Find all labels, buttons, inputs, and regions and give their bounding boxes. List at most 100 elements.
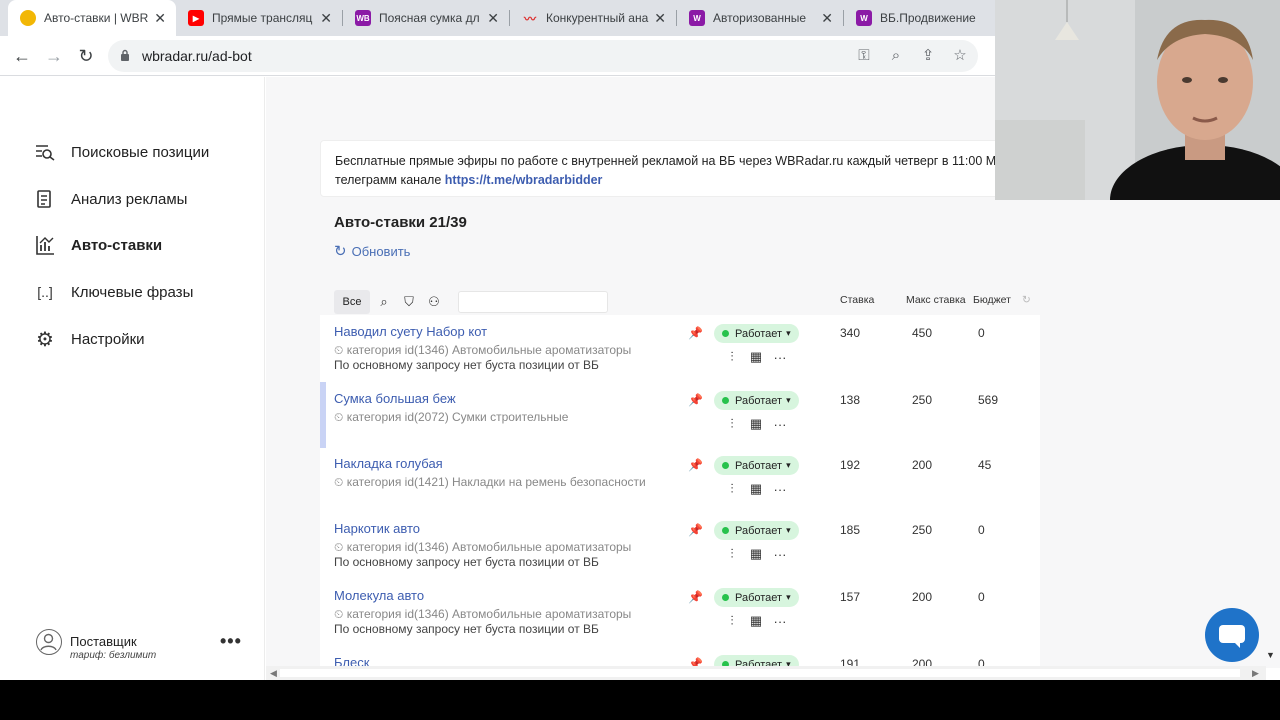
row-note: По основному запросу нет буста позиции о… (334, 358, 599, 372)
banner-text: Бесплатные прямые эфиры по работе с внут… (335, 154, 1013, 168)
search-icon[interactable]: ⌕ (373, 291, 395, 313)
max-bid-value: 250 (912, 523, 933, 537)
status-badge[interactable]: Работает ▾ (714, 391, 799, 410)
product-name-link[interactable]: Наводил суету Набор кот (334, 324, 487, 339)
pin-icon[interactable]: 📌 (688, 393, 703, 407)
search-input[interactable] (458, 291, 608, 313)
info-banner: Бесплатные прямые эфиры по работе с внут… (320, 140, 1020, 197)
budget-value: 569 (978, 393, 999, 407)
more-icon[interactable]: ··· (768, 614, 792, 629)
product-name-link[interactable]: Накладка голубая (334, 456, 443, 471)
more-icon[interactable]: ··· (768, 417, 792, 432)
user-tariff: тариф: безлимит (70, 650, 157, 661)
tab-youtube[interactable]: ▶ Прямые трансляц ✕ (176, 0, 342, 36)
table-icon[interactable]: ▦ (744, 481, 768, 497)
sliders-icon[interactable]: ⫶ (720, 416, 744, 432)
bid-value: 157 (840, 590, 861, 604)
table-row[interactable]: Наркотик авто ⏲ категория id(1346) Автом… (320, 512, 1040, 578)
forward-icon[interactable]: → (42, 44, 66, 68)
horizontal-scrollbar[interactable]: ◀ ▶ (266, 666, 1266, 680)
table-icon[interactable]: ▦ (744, 546, 768, 562)
close-icon[interactable]: ✕ (821, 10, 833, 27)
more-icon[interactable]: ··· (768, 350, 792, 365)
table-row[interactable]: Накладка голубая ⏲ категория id(1421) На… (320, 447, 1040, 513)
scroll-left-icon[interactable]: ◀ (270, 666, 277, 680)
share-icon[interactable]: ⇪ (918, 46, 938, 66)
chevron-down-icon: ▾ (786, 328, 791, 338)
back-icon[interactable]: ← (10, 44, 34, 68)
budget-value: 45 (978, 458, 992, 472)
pin-icon[interactable]: 📌 (688, 458, 703, 472)
more-icon[interactable]: ··· (768, 482, 792, 497)
report-icon (34, 188, 56, 210)
sidebar-item-search-positions[interactable]: Поисковые позиции (34, 140, 209, 164)
table-row[interactable]: Молекула авто ⏲ категория id(1346) Автом… (320, 579, 1040, 645)
w-icon: W (856, 10, 872, 26)
w-icon: W (689, 10, 705, 26)
product-name-link[interactable]: Наркотик авто (334, 521, 420, 536)
close-icon[interactable]: ✕ (320, 10, 332, 27)
table-icon[interactable]: ▦ (744, 349, 768, 365)
more-icon[interactable]: ··· (768, 547, 792, 562)
sliders-icon[interactable]: ⫶ (720, 613, 744, 629)
tab-competitor-analysis[interactable]: 〰 Конкурентный ана ✕ (510, 0, 676, 36)
sidebar-item-auto-bids[interactable]: Авто-ставки (34, 233, 162, 257)
close-icon[interactable]: ✕ (654, 10, 666, 27)
scrollbar-thumb[interactable] (280, 669, 1240, 677)
table-icon[interactable]: ▦ (744, 416, 768, 432)
tab-authorized[interactable]: W Авторизованные ✕ (677, 0, 843, 36)
sidebar-item-ad-analysis[interactable]: Анализ рекламы (34, 187, 187, 211)
tab-waist-bag[interactable]: WB Поясная сумка дл ✕ (343, 0, 509, 36)
status-badge[interactable]: Работает ▾ (714, 456, 799, 475)
sliders-icon[interactable]: ⫶ (720, 481, 744, 497)
pin-icon[interactable]: 📌 (688, 326, 703, 340)
category-text: ⏲ категория id(1346) Автомобильные арома… (334, 607, 632, 621)
status-badge[interactable]: Работает ▾ (714, 324, 799, 343)
chevron-down-icon: ▾ (786, 592, 791, 602)
sliders-icon[interactable]: ⫶ (720, 349, 744, 365)
zoom-icon[interactable]: ⌕ (886, 46, 906, 66)
sliders-icon[interactable]: ⫶ (720, 546, 744, 562)
avatar (36, 629, 62, 655)
pin-icon[interactable]: 📌 (688, 590, 703, 604)
table-row[interactable]: Наводил суету Набор кот ⏲ категория id(1… (320, 315, 1040, 381)
status-badge[interactable]: Работает ▾ (714, 521, 799, 540)
chat-button[interactable] (1205, 608, 1259, 662)
bid-value: 340 (840, 326, 861, 340)
bids-table: Наводил суету Набор кот ⏲ категория id(1… (320, 315, 1040, 675)
tab-wb-promotion[interactable]: W ВБ.Продвижение (844, 0, 994, 36)
refresh-button[interactable]: ↻ Обновить (334, 242, 410, 260)
more-icon[interactable]: ••• (220, 631, 242, 652)
product-name-link[interactable]: Молекула авто (334, 588, 424, 603)
scroll-right-icon[interactable]: ▶ (1252, 666, 1259, 680)
scroll-down-icon[interactable]: ▼ (1266, 650, 1275, 660)
close-icon[interactable]: ✕ (487, 10, 499, 27)
robot-icon[interactable]: ⚇ (423, 291, 445, 313)
browser-window: Авто-ставки | WBR ✕ ▶ Прямые трансляц ✕ … (0, 0, 1280, 680)
tab-title: Поясная сумка дл (379, 11, 480, 25)
pin-icon[interactable]: 📌 (688, 523, 703, 537)
product-name-link[interactable]: Сумка большая беж (334, 391, 456, 406)
bid-value: 192 (840, 458, 861, 472)
table-row[interactable]: Сумка большая беж ⏲ категория id(2072) С… (320, 382, 1040, 448)
filter-all-button[interactable]: Все (334, 290, 370, 314)
sidebar-item-settings[interactable]: ⚙ Настройки (34, 327, 145, 351)
sidebar-item-label: Настройки (71, 330, 145, 348)
address-bar[interactable]: wbradar.ru/ad-bot ⚿ ⌕ ⇪ ☆ (108, 40, 978, 72)
tag-icon[interactable]: ⛉ (398, 291, 420, 313)
reload-icon[interactable]: ↻ (74, 44, 98, 68)
page-title: Авто-ставки 21/39 (334, 214, 467, 231)
category-text: ⏲ категория id(2072) Сумки строительные (334, 410, 569, 424)
budget-refresh-icon[interactable]: ↻ (1022, 294, 1031, 306)
tab-auto-bids[interactable]: Авто-ставки | WBR ✕ (8, 0, 176, 36)
category-text: ⏲ категория id(1346) Автомобильные арома… (334, 343, 632, 357)
status-badge[interactable]: Работает ▾ (714, 588, 799, 607)
close-icon[interactable]: ✕ (154, 10, 166, 27)
sidebar-item-key-phrases[interactable]: [..] Ключевые фразы (34, 280, 193, 304)
key-icon[interactable]: ⚿ (854, 46, 874, 66)
bookmark-star-icon[interactable]: ☆ (950, 46, 970, 66)
telegram-link[interactable]: https://t.me/wbradarbidder (445, 173, 603, 187)
user-profile[interactable]: Поставщик тариф: безлимит ••• (36, 629, 246, 669)
table-icon[interactable]: ▦ (744, 613, 768, 629)
row-note: По основному запросу нет буста позиции о… (334, 555, 599, 569)
